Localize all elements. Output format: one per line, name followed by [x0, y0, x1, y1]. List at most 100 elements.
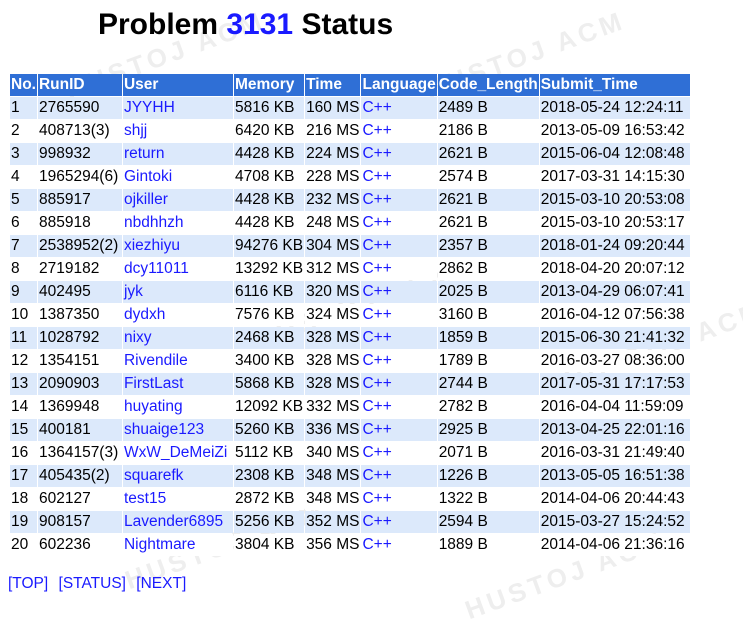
- cell-memory: 3400 KB: [233, 350, 305, 372]
- nav-next-link[interactable]: [NEXT]: [136, 575, 186, 592]
- language-link[interactable]: C++: [362, 168, 391, 185]
- language-link[interactable]: C++: [362, 398, 391, 415]
- table-row: 9 402495 jyk 6116 KB 320 MS C++ 2025 B 2013-04-…: [10, 281, 690, 303]
- cell-user: test15: [122, 488, 233, 510]
- cell-user: return: [122, 143, 233, 165]
- title-prefix: Problem: [98, 8, 219, 41]
- user-link[interactable]: return: [124, 145, 165, 162]
- cell-runid: 2090903: [37, 373, 122, 395]
- user-link[interactable]: jyk: [124, 283, 143, 300]
- nav-top-link[interactable]: [TOP]: [8, 575, 48, 592]
- cell-time: 248 MS: [305, 212, 361, 234]
- cell-code-length: 2357 B: [437, 235, 539, 257]
- cell-language: C++: [361, 396, 437, 418]
- language-link[interactable]: C++: [362, 375, 391, 392]
- table-row: 14 1369948 huyating 12092 KB 332 MS C++ 2782 B…: [10, 396, 690, 418]
- cell-no: 12: [10, 350, 37, 372]
- language-link[interactable]: C++: [362, 260, 391, 277]
- language-link[interactable]: C++: [362, 122, 391, 139]
- cell-submit-time: 2016-04-12 07:56:38: [539, 304, 690, 326]
- language-link[interactable]: C++: [362, 214, 391, 231]
- cell-no: 10: [10, 304, 37, 326]
- cell-submit-time: 2018-01-24 09:20:44: [539, 235, 690, 257]
- cell-language: C++: [361, 442, 437, 464]
- language-link[interactable]: C++: [362, 191, 391, 208]
- user-link[interactable]: Lavender6895: [124, 513, 223, 530]
- language-link[interactable]: C++: [362, 306, 391, 323]
- cell-submit-time: 2015-03-10 20:53:17: [539, 212, 690, 234]
- user-link[interactable]: huyating: [124, 398, 183, 415]
- cell-language: C++: [361, 166, 437, 188]
- cell-time: 352 MS: [305, 511, 361, 533]
- cell-time: 332 MS: [305, 396, 361, 418]
- cell-time: 228 MS: [305, 166, 361, 188]
- cell-language: C++: [361, 327, 437, 349]
- user-link[interactable]: JYYHH: [124, 99, 175, 116]
- cell-submit-time: 2016-04-04 11:59:09: [539, 396, 690, 418]
- cell-memory: 4708 KB: [233, 166, 305, 188]
- user-link[interactable]: test15: [124, 490, 166, 507]
- cell-submit-time: 2017-05-31 17:17:53: [539, 373, 690, 395]
- user-link[interactable]: Nightmare: [124, 536, 196, 553]
- cell-language: C++: [361, 419, 437, 441]
- language-link[interactable]: C++: [362, 352, 391, 369]
- cell-runid: 405435(2): [37, 465, 122, 487]
- cell-memory: 2308 KB: [233, 465, 305, 487]
- user-link[interactable]: nixy: [124, 329, 152, 346]
- nav-status-link[interactable]: [STATUS]: [59, 575, 126, 592]
- table-row: 8 2719182 dcy11011 13292 KB 312 MS C++ 2862 B2…: [10, 258, 690, 280]
- cell-user: Rivendile: [122, 350, 233, 372]
- cell-runid: 400181: [37, 419, 122, 441]
- cell-time: 224 MS: [305, 143, 361, 165]
- cell-code-length: 1859 B: [437, 327, 539, 349]
- user-link[interactable]: dcy11011: [124, 260, 189, 277]
- cell-no: 6: [10, 212, 37, 234]
- cell-runid: 998932: [37, 143, 122, 165]
- language-link[interactable]: C++: [362, 467, 391, 484]
- problem-id: 3131: [226, 8, 294, 41]
- cell-time: 336 MS: [305, 419, 361, 441]
- cell-user: FirstLast: [122, 373, 233, 395]
- cell-runid: 2719182: [37, 258, 122, 280]
- user-link[interactable]: shjj: [124, 122, 147, 139]
- cell-code-length: 1889 B: [437, 534, 539, 556]
- user-link[interactable]: squarefk: [124, 467, 183, 484]
- language-link[interactable]: C++: [362, 421, 391, 438]
- cell-time: 356 MS: [305, 534, 361, 556]
- col-header-memory: Memory: [233, 74, 305, 96]
- cell-runid: 908157: [37, 511, 122, 533]
- user-link[interactable]: WxW_DeMeiZi: [124, 444, 227, 461]
- cell-user: xiezhiyu: [122, 235, 233, 257]
- user-link[interactable]: nbdhhzh: [124, 214, 183, 231]
- bottom-nav: [TOP] [STATUS] [NEXT]: [8, 575, 192, 593]
- language-link[interactable]: C++: [362, 145, 391, 162]
- cell-code-length: 2925 B: [437, 419, 539, 441]
- cell-memory: 4428 KB: [233, 212, 305, 234]
- language-link[interactable]: C++: [362, 490, 391, 507]
- cell-user: nixy: [122, 327, 233, 349]
- cell-language: C++: [361, 97, 437, 119]
- language-link[interactable]: C++: [362, 99, 391, 116]
- cell-memory: 7576 KB: [233, 304, 305, 326]
- user-link[interactable]: FirstLast: [124, 375, 183, 392]
- cell-time: 312 MS: [305, 258, 361, 280]
- language-link[interactable]: C++: [362, 237, 391, 254]
- title-suffix: Status: [301, 8, 394, 41]
- language-link[interactable]: C++: [362, 283, 391, 300]
- language-link[interactable]: C++: [362, 536, 391, 553]
- language-link[interactable]: C++: [362, 513, 391, 530]
- user-link[interactable]: xiezhiyu: [124, 237, 180, 254]
- language-link[interactable]: C++: [362, 444, 391, 461]
- cell-runid: 2765590: [37, 97, 122, 119]
- user-link[interactable]: dydxh: [124, 306, 165, 323]
- cell-submit-time: 2016-03-31 21:49:40: [539, 442, 690, 464]
- user-link[interactable]: Gintoki: [124, 168, 172, 185]
- table-row: 5 885917 ojkiller 4428 KB 232 MS C++ 2621 B 201…: [10, 189, 690, 211]
- user-link[interactable]: shuaige123: [124, 421, 204, 438]
- cell-language: C++: [361, 511, 437, 533]
- cell-language: C++: [361, 235, 437, 257]
- user-link[interactable]: Rivendile: [124, 352, 188, 369]
- cell-user: Nightmare: [122, 534, 233, 556]
- language-link[interactable]: C++: [362, 329, 391, 346]
- user-link[interactable]: ojkiller: [124, 191, 168, 208]
